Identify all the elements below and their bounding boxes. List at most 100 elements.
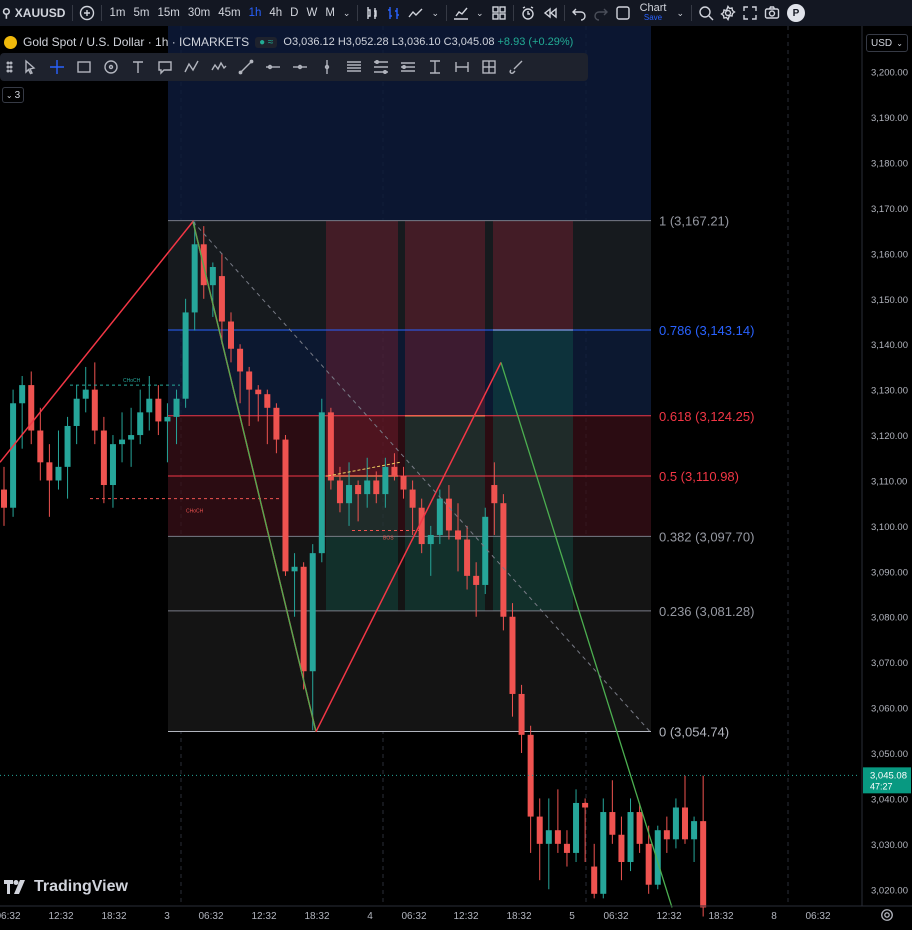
candle-body	[37, 430, 44, 463]
fib-level-label: 1 (3,167.21)	[659, 214, 729, 229]
timeframe-1m[interactable]: 1m	[105, 7, 129, 19]
chevron-down-icon[interactable]: ⌄	[472, 0, 488, 26]
circle-icon[interactable]	[100, 56, 122, 78]
candle-body	[409, 489, 416, 508]
rectangle-icon[interactable]	[73, 56, 95, 78]
candle-body	[373, 480, 380, 495]
divider	[563, 5, 565, 21]
vertical-line-icon[interactable]	[316, 56, 338, 78]
choch-label: CHoCH	[186, 508, 204, 514]
chevron-down-icon[interactable]: ⌄	[339, 0, 355, 26]
maximize-icon[interactable]	[739, 2, 761, 24]
replay-icon[interactable]	[539, 2, 561, 24]
horizontal-ray-icon[interactable]	[262, 56, 284, 78]
divider	[512, 5, 514, 21]
date-price-range-icon[interactable]	[478, 56, 500, 78]
chevron-down-icon[interactable]: ⌄	[672, 0, 688, 26]
save-chart-button[interactable]: Chart Save	[634, 3, 673, 23]
brush-icon[interactable]	[505, 56, 527, 78]
symbol-search[interactable]: ⚲ XAUUSD	[0, 0, 69, 26]
divider	[72, 5, 74, 21]
timeframe-15m[interactable]: 15m	[153, 7, 183, 19]
timeframe-5m[interactable]: 5m	[129, 7, 153, 19]
candle-body	[618, 834, 625, 863]
timeframe-1h[interactable]: 1h	[245, 7, 266, 19]
chevron-down-icon: ⌄	[896, 38, 903, 48]
bos-label: BOS	[383, 536, 394, 542]
layouts-icon[interactable]	[488, 2, 510, 24]
candle-body	[182, 312, 189, 399]
candle-body	[109, 444, 116, 486]
text-icon[interactable]	[127, 56, 149, 78]
quick-search-icon[interactable]	[695, 2, 717, 24]
axis-settings-icon[interactable]	[880, 908, 894, 927]
price-tick-label: 3,020.00	[871, 885, 908, 896]
cursor-icon[interactable]	[19, 56, 41, 78]
bars-icon[interactable]	[383, 2, 405, 24]
line-chart-icon[interactable]	[405, 2, 427, 24]
price-tick-label: 3,120.00	[871, 431, 908, 442]
fullscreen-box-icon[interactable]	[612, 2, 634, 24]
time-tick-label: 5	[569, 911, 575, 922]
candle-body	[600, 812, 607, 894]
time-tick-label: 8	[771, 911, 777, 922]
status-badge-label: ≈	[267, 36, 274, 48]
timeframe-m[interactable]: M	[321, 7, 339, 19]
price-chart[interactable]: 1 (3,167.21) 0.786 (3,143.14) 0.618 (3,124…	[0, 26, 912, 930]
indicator-collapse-button[interactable]: ⌄ 3	[2, 87, 24, 103]
chevron-down-icon[interactable]: ⌄	[427, 0, 443, 26]
horizontal-line-icon[interactable]	[289, 56, 311, 78]
crosshair-icon[interactable]	[46, 56, 68, 78]
candles-icon[interactable]	[361, 2, 383, 24]
status-badge[interactable]: ● ≈	[255, 36, 278, 48]
timeframe-45m[interactable]: 45m	[214, 7, 244, 19]
compare-add-icon[interactable]	[76, 2, 98, 24]
candle-body	[346, 485, 353, 504]
price-tick-label: 3,060.00	[871, 704, 908, 715]
fib-extension-icon[interactable]	[370, 56, 392, 78]
drag-handle-icon[interactable]	[4, 56, 14, 78]
callout-icon[interactable]	[154, 56, 176, 78]
currency-label: USD	[871, 37, 893, 49]
close-value: C3,045.08	[443, 36, 495, 48]
legend-title[interactable]: Gold Spot / U.S. Dollar · 1h · ICMARKETS	[23, 35, 249, 49]
zigzag-icon[interactable]	[208, 56, 230, 78]
timeframe-4h[interactable]: 4h	[265, 7, 286, 19]
price-tick-label: 3,110.00	[871, 476, 907, 487]
alert-icon[interactable]	[517, 2, 539, 24]
price-tick-label: 3,070.00	[871, 658, 908, 669]
indicators-icon[interactable]	[450, 2, 472, 24]
redo-icon[interactable]	[590, 2, 612, 24]
divider	[691, 5, 693, 21]
candle-body	[482, 516, 489, 585]
choch-label: CHoCH	[123, 378, 141, 384]
open-value: O3,036.12	[283, 36, 335, 48]
candle-body	[191, 244, 198, 313]
price-tick-label: 3,170.00	[871, 204, 908, 215]
trendline-icon[interactable]	[235, 56, 257, 78]
last-price-countdown: 47:27	[870, 781, 893, 791]
price-tick-label: 3,190.00	[871, 113, 908, 124]
undo-icon[interactable]	[568, 2, 590, 24]
camera-icon[interactable]	[761, 2, 783, 24]
settings-icon[interactable]	[717, 2, 739, 24]
pattern-icon[interactable]	[181, 56, 203, 78]
chart-label: Chart	[639, 2, 667, 14]
currency-selector[interactable]: USD ⌄	[866, 34, 908, 52]
time-tick-label: 12:32	[251, 911, 276, 922]
candle-body	[282, 439, 289, 572]
price-tick-label: 3,150.00	[871, 295, 908, 306]
avatar[interactable]: P	[787, 4, 806, 22]
price-range-icon[interactable]	[424, 56, 446, 78]
timeframe-d[interactable]: D	[286, 7, 302, 19]
fib-retracement-icon[interactable]	[343, 56, 365, 78]
candle-body	[146, 398, 153, 413]
date-range-icon[interactable]	[451, 56, 473, 78]
candle-body	[218, 276, 225, 322]
timeframe-30m[interactable]: 30m	[184, 7, 214, 19]
tradingview-logo: TradingView	[4, 878, 128, 896]
timeframe-w[interactable]: W	[302, 7, 321, 19]
fib-channel-icon[interactable]	[397, 56, 419, 78]
tradingview-logo-icon	[4, 880, 25, 894]
candle-body	[682, 807, 688, 840]
